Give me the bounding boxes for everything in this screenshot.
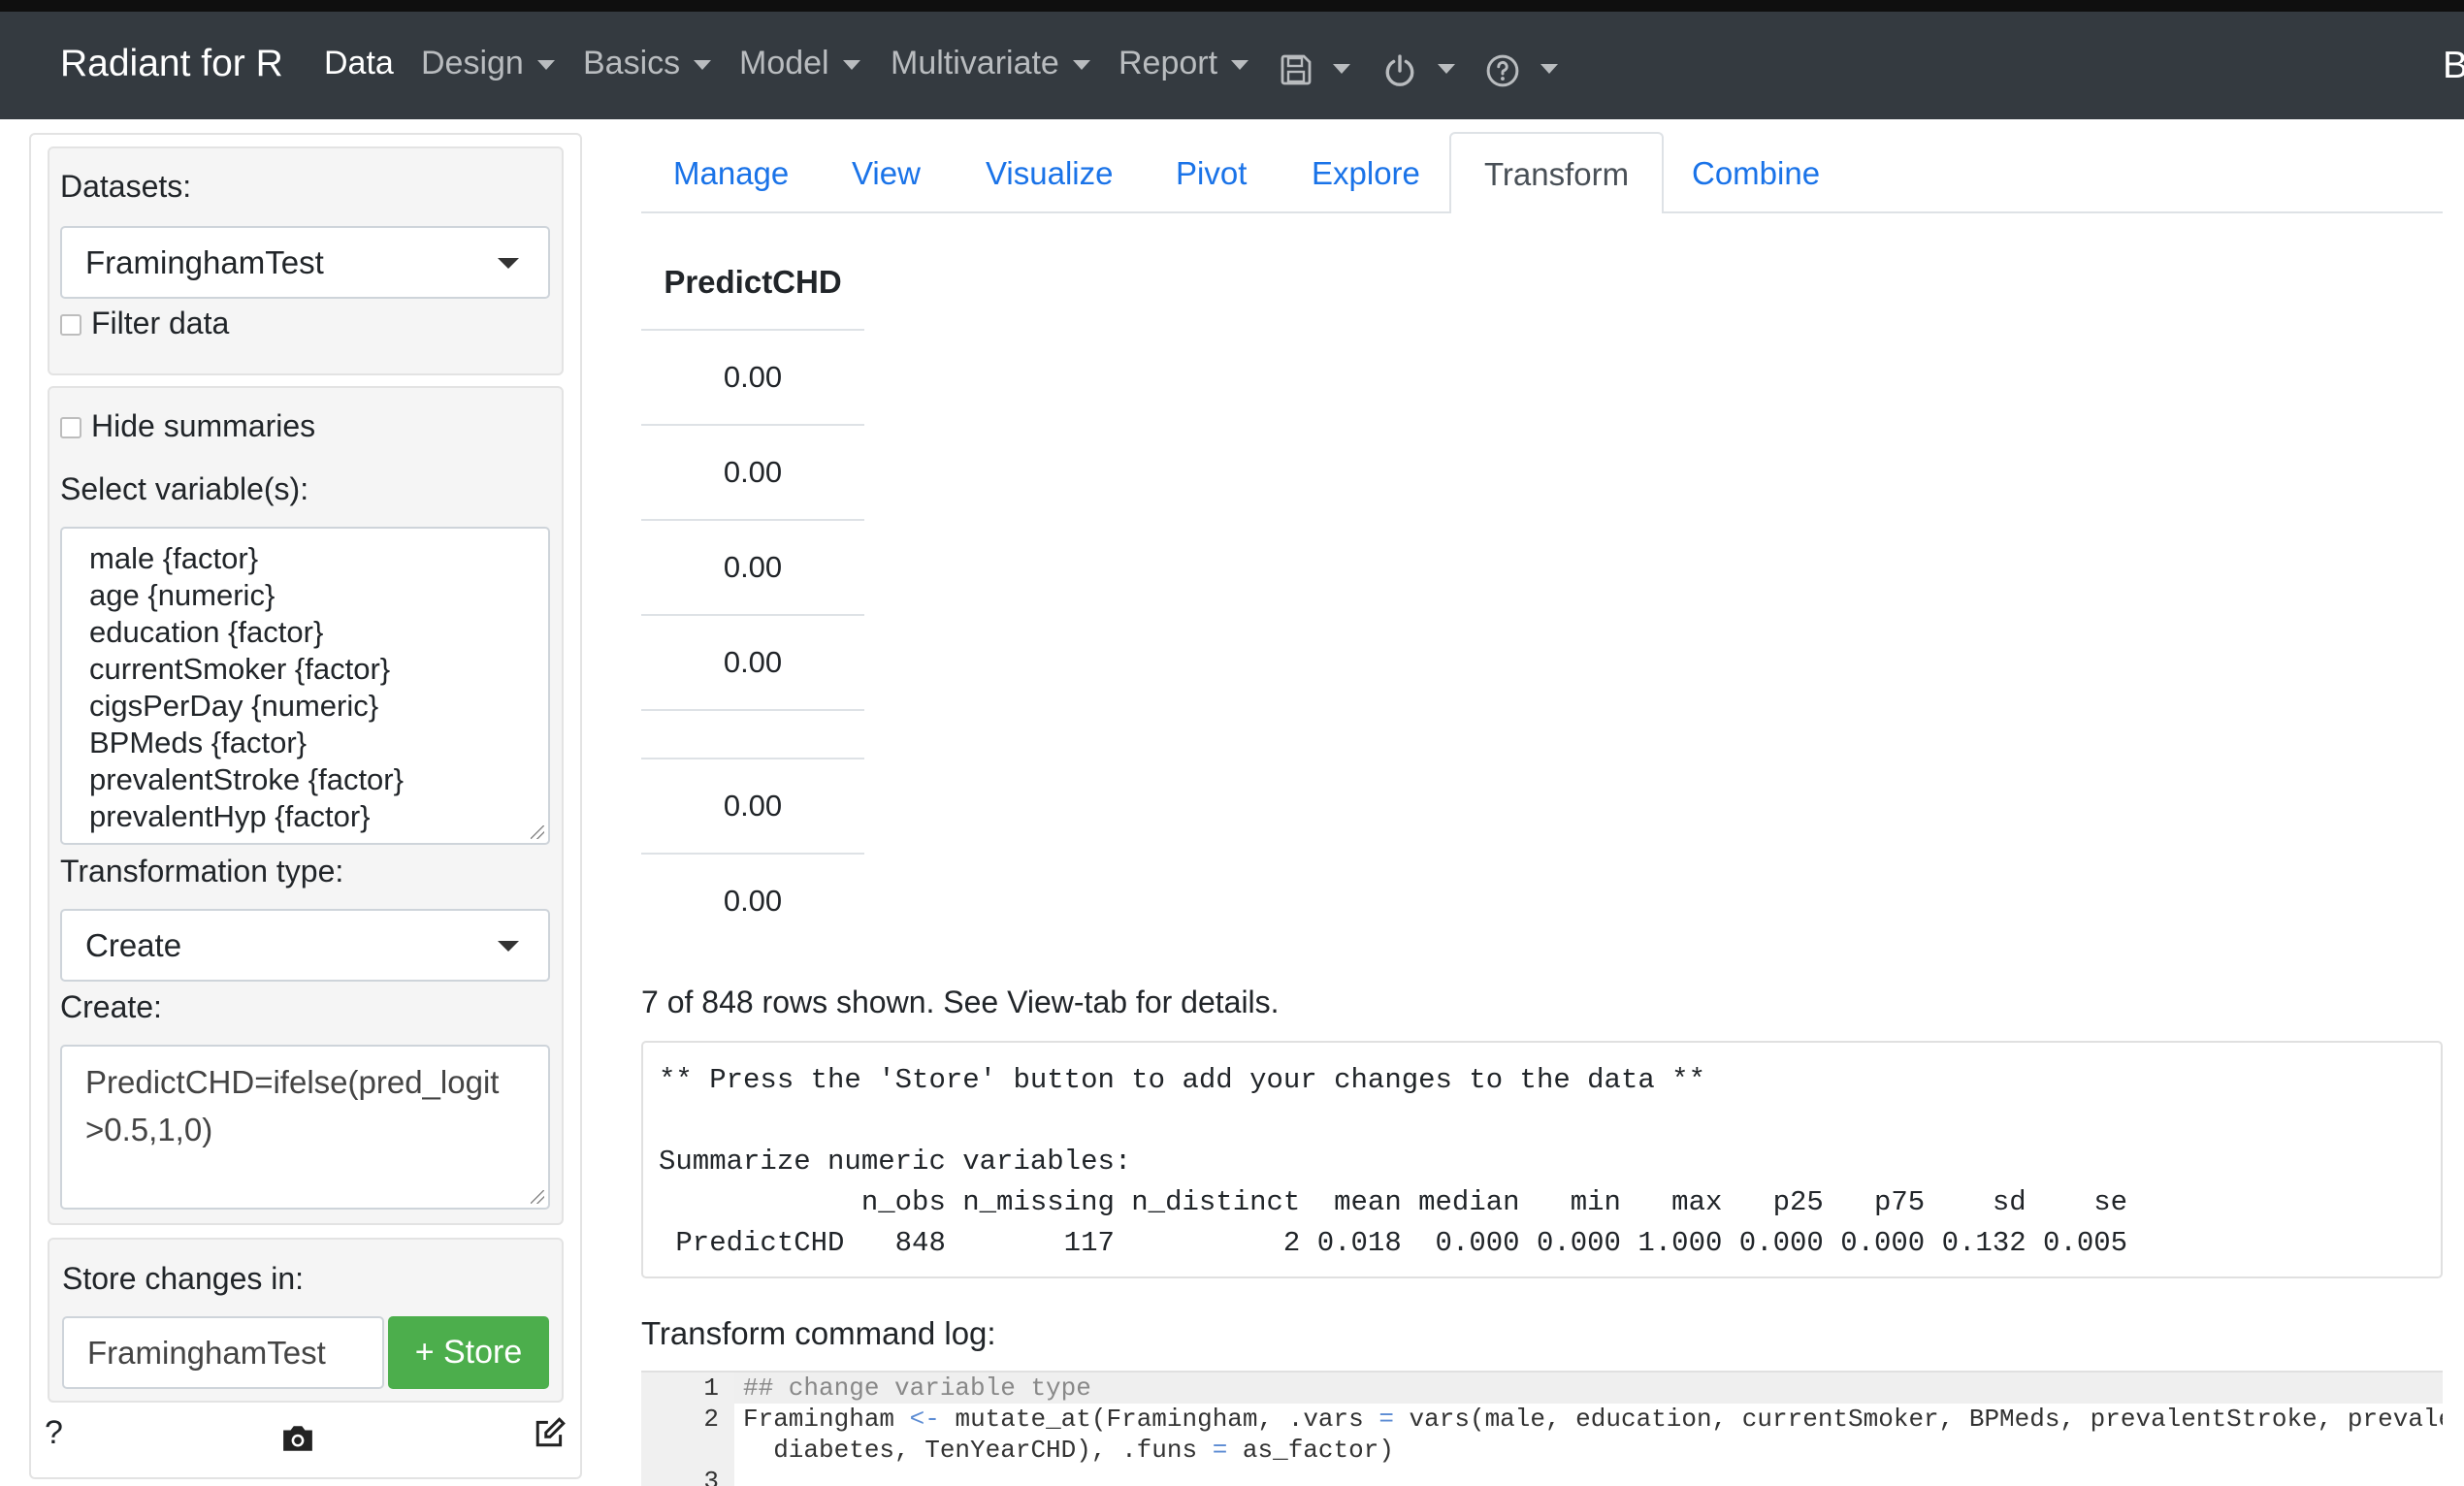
variable-option[interactable]: BPMeds {factor} (62, 725, 548, 761)
chevron-down-icon (1438, 64, 1456, 74)
help-icon (1486, 54, 1519, 87)
chevron-down-icon (1333, 64, 1351, 74)
line-number: 1 (703, 1373, 719, 1403)
select-variables-label: Select variable(s): (60, 471, 309, 506)
nav-basics[interactable]: Basics (583, 45, 712, 82)
dataset-select[interactable]: FraminghamTest (60, 226, 550, 299)
resize-handle[interactable] (531, 825, 544, 839)
command-log-editor[interactable]: 1 2 3 ## change variable type Framingham… (641, 1371, 2443, 1486)
create-label: Create: (60, 989, 162, 1024)
variable-option[interactable]: male {factor} (62, 540, 548, 577)
save-menu[interactable] (1281, 54, 1351, 90)
summary-output: ** Press the 'Store' button to add your … (641, 1041, 2443, 1278)
table-row: 0.00 (723, 884, 783, 918)
equals-operator: = (1212, 1436, 1228, 1465)
table-header[interactable]: PredictCHD (641, 236, 864, 331)
code-comment: ## change variable type (743, 1373, 1091, 1403)
chevron-down-icon (1231, 60, 1249, 71)
power-icon (1385, 54, 1414, 86)
assign-operator: <- (909, 1405, 940, 1434)
edit-report-button[interactable] (534, 1416, 567, 1454)
edit-icon (535, 1417, 566, 1447)
screenshot-button[interactable] (281, 1424, 314, 1458)
chevron-down-icon (1540, 64, 1559, 74)
variable-option[interactable]: education {factor} (62, 614, 548, 651)
tab-visualize[interactable]: Visualize (986, 155, 1113, 192)
nav-report[interactable]: Report (1119, 45, 1249, 82)
code-line-2: Framingham <- mutate_at(Framingham, .var… (743, 1404, 2443, 1435)
chevron-down-icon (498, 941, 519, 952)
datasets-label: Datasets: (60, 169, 192, 204)
help-menu[interactable] (1486, 54, 1559, 92)
chevron-down-icon (694, 60, 712, 71)
tab-explore[interactable]: Explore (1312, 155, 1420, 192)
transformation-type-select[interactable]: Create (60, 909, 550, 982)
tab-view[interactable]: View (852, 155, 921, 192)
nav-data[interactable]: Data (324, 45, 394, 82)
hide-summaries-label[interactable]: Hide summaries (91, 408, 315, 444)
table-row: 0.00 (641, 426, 864, 521)
transformation-type-label: Transformation type: (60, 854, 344, 888)
nav-design[interactable]: Design (421, 45, 555, 82)
table-row: 0.00 (641, 331, 864, 426)
create-textarea-value: PredictCHD=ifelse(pred_logit >0.5,1,0) (85, 1064, 500, 1147)
save-icon (1281, 54, 1312, 85)
nav-report-label: Report (1119, 45, 1218, 81)
tab-transform[interactable]: Transform (1449, 132, 1665, 213)
power-menu[interactable] (1383, 54, 1456, 92)
line-number: 2 (703, 1405, 719, 1434)
table-row: 0.00 (641, 616, 864, 711)
code-text: mutate_at(Framingham, .vars (939, 1405, 1379, 1434)
tab-pivot[interactable]: Pivot (1176, 155, 1247, 192)
store-changes-label: Store changes in: (62, 1261, 305, 1296)
table-row: 0.00 (641, 759, 864, 855)
nav-model-label: Model (739, 45, 829, 81)
nav-multivariate-label: Multivariate (891, 45, 1059, 81)
nav-basics-label: Basics (583, 45, 681, 81)
resize-handle[interactable] (531, 1190, 544, 1204)
transformation-type-value: Create (85, 927, 182, 963)
nav-model[interactable]: Model (739, 45, 860, 82)
help-link[interactable]: ? (45, 1414, 63, 1452)
line-number: 3 (703, 1467, 719, 1486)
code-text: Framingham (743, 1405, 910, 1434)
create-textarea[interactable]: PredictCHD=ifelse(pred_logit >0.5,1,0) (60, 1045, 550, 1210)
command-log-title: Transform command log: (641, 1315, 996, 1351)
tab-manage[interactable]: Manage (673, 155, 789, 192)
nav-multivariate[interactable]: Multivariate (891, 45, 1090, 82)
top-navbar: Radiant for R Data Design Basics Model M… (0, 0, 2464, 119)
nav-design-label: Design (421, 45, 524, 81)
nav-truncated-item[interactable]: B (2443, 45, 2464, 87)
hide-summaries-checkbox[interactable] (60, 417, 81, 438)
app-brand[interactable]: Radiant for R (60, 43, 283, 85)
dataset-select-value: FraminghamTest (85, 244, 324, 280)
variable-option[interactable]: age {numeric} (62, 577, 548, 614)
table-row: 0.00 (641, 521, 864, 616)
filter-data-checkbox[interactable] (60, 314, 81, 336)
chevron-down-icon (842, 60, 860, 71)
rows-shown-note: 7 of 848 rows shown. See View-tab for de… (641, 985, 1280, 1019)
table-row (641, 711, 864, 759)
code-line-2-wrap: diabetes, TenYearCHD), .funs = as_factor… (743, 1435, 1394, 1466)
code-text: vars(male, education, currentSmoker, BPM… (1393, 1405, 2443, 1434)
variable-option[interactable]: prevalentHyp {factor} (62, 798, 548, 835)
code-text: diabetes, TenYearCHD), .funs (743, 1436, 1213, 1465)
variable-multiselect[interactable]: male {factor} age {numeric} education {f… (60, 527, 550, 845)
tab-combine[interactable]: Combine (1692, 155, 1820, 192)
variable-option[interactable]: currentSmoker {factor} (62, 651, 548, 688)
filter-data-label[interactable]: Filter data (91, 306, 229, 341)
store-dataset-input[interactable]: FraminghamTest (62, 1316, 384, 1389)
code-text: as_factor) (1227, 1436, 1394, 1465)
equals-operator: = (1378, 1405, 1394, 1434)
variable-option[interactable]: prevalentStroke {factor} (62, 761, 548, 798)
chevron-down-icon (498, 258, 519, 269)
chevron-down-icon (1072, 60, 1090, 71)
store-dataset-value: FraminghamTest (87, 1335, 326, 1371)
preview-table: PredictCHD 0.00 0.00 0.00 0.00 0.00 0.00 (641, 236, 864, 948)
chevron-down-icon (536, 60, 555, 71)
variable-option[interactable]: cigsPerDay {numeric} (62, 688, 548, 725)
camera-icon (283, 1426, 312, 1451)
store-button[interactable]: + Store (388, 1316, 549, 1389)
